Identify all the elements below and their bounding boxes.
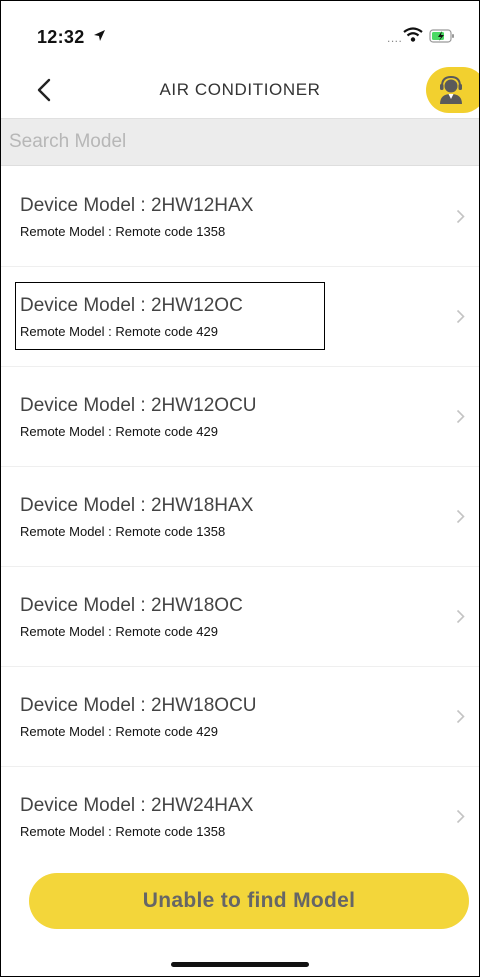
nav-bar: AIR CONDITIONER <box>1 63 479 117</box>
chevron-right-icon <box>456 809 465 824</box>
unable-to-find-model-button[interactable]: Unable to find Model <box>29 873 469 929</box>
remote-model-label: Remote Model : Remote code 429 <box>20 324 218 339</box>
remote-model-label: Remote Model : Remote code 1358 <box>20 224 226 239</box>
chevron-right-icon <box>456 209 465 224</box>
chevron-right-icon <box>456 609 465 624</box>
device-model-label: Device Model : 2HW24HAX <box>20 795 254 816</box>
list-item[interactable]: Device Model : 2HW24HAX Remote Model : R… <box>1 767 479 867</box>
model-list: Device Model : 2HW12HAX Remote Model : R… <box>1 167 479 867</box>
support-button[interactable] <box>426 67 479 113</box>
list-item[interactable]: Device Model : 2HW12OCU Remote Model : R… <box>1 367 479 467</box>
device-model-label: Device Model : 2HW18OCU <box>20 695 257 716</box>
status-time: 12:32 <box>37 27 85 47</box>
battery-charging-icon <box>429 29 455 48</box>
chevron-right-icon <box>456 709 465 724</box>
remote-model-label: Remote Model : Remote code 429 <box>20 724 218 739</box>
list-item[interactable]: Device Model : 2HW18HAX Remote Model : R… <box>1 467 479 567</box>
wifi-icon <box>403 27 423 48</box>
search-input[interactable] <box>1 119 479 165</box>
device-model-label: Device Model : 2HW12HAX <box>20 195 254 216</box>
chevron-right-icon <box>456 309 465 324</box>
signal-dots: .... <box>387 31 403 45</box>
device-model-label: Device Model : 2HW18OC <box>20 595 243 616</box>
status-bar: 12:32 .... <box>1 1 479 63</box>
device-model-label: Device Model : 2HW12OC <box>20 295 243 316</box>
chevron-right-icon <box>456 409 465 424</box>
search-bar <box>1 118 479 166</box>
device-model-label: Device Model : 2HW18HAX <box>20 495 254 516</box>
remote-model-label: Remote Model : Remote code 429 <box>20 624 218 639</box>
list-item[interactable]: Device Model : 2HW18OC Remote Model : Re… <box>1 567 479 667</box>
chevron-right-icon <box>456 509 465 524</box>
bottom-area: Unable to find Model <box>1 863 479 976</box>
device-model-label: Device Model : 2HW12OCU <box>20 395 257 416</box>
remote-model-label: Remote Model : Remote code 1358 <box>20 824 226 839</box>
app-screen: 12:32 .... AIR CONDITIONER Search Model … <box>0 0 480 977</box>
list-item[interactable]: Device Model : 2HW12HAX Remote Model : R… <box>1 167 479 267</box>
list-item[interactable]: Device Model : 2HW18OCU Remote Model : R… <box>1 667 479 767</box>
remote-model-label: Remote Model : Remote code 1358 <box>20 524 226 539</box>
location-arrow-icon <box>93 29 106 47</box>
remote-model-label: Remote Model : Remote code 429 <box>20 424 218 439</box>
home-indicator <box>171 962 309 967</box>
support-agent-icon <box>440 75 462 104</box>
page-title: AIR CONDITIONER <box>159 80 321 99</box>
list-item[interactable]: Device Model : 2HW12OC Remote Model : Re… <box>1 267 479 367</box>
